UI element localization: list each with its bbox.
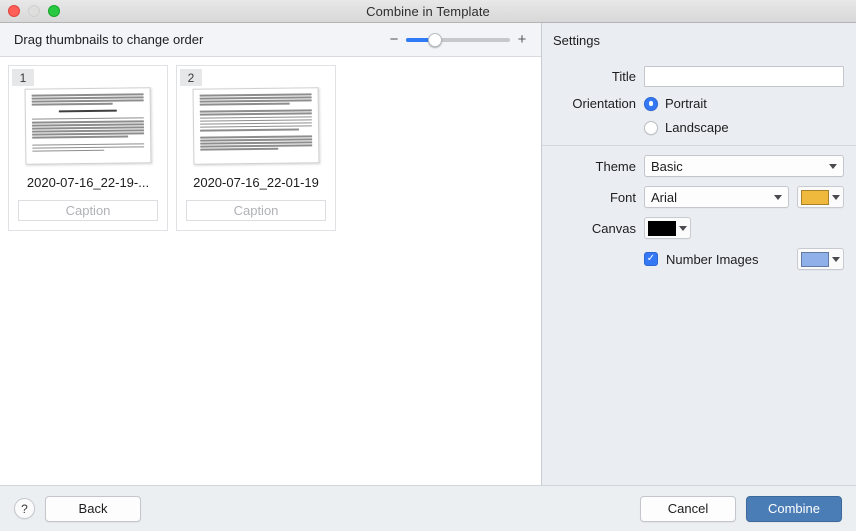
number-images-label: Number Images [666,251,759,267]
radio-portrait-label: Portrait [665,96,707,111]
back-button[interactable]: Back [45,495,141,522]
theme-label: Theme [595,158,636,174]
dialog-body: Drag thumbnails to change order − + 1 20… [0,23,856,485]
title-input[interactable] [644,66,844,87]
close-window-icon[interactable] [8,5,20,17]
radio-landscape-label: Landscape [665,120,729,135]
number-images-row: ✓ Number Images [542,248,844,270]
theme-row: Theme Basic [542,155,844,177]
canvas-label: Canvas [591,220,636,236]
thumbnail-filename: 2020-07-16_22-19-... [26,175,150,190]
cancel-button[interactable]: Cancel [640,495,736,522]
chevron-down-icon [832,256,840,262]
window-title: Combine in Template [366,3,490,19]
chevron-down-icon [774,194,782,200]
caption-input[interactable]: Caption [18,200,158,221]
radio-portrait[interactable]: Portrait [644,96,707,111]
thumbnail-index-badge: 1 [12,69,34,86]
chevron-down-icon [829,163,837,169]
orientation-row-portrait: Orientation Portrait [542,96,844,111]
settings-group-style: Theme Basic Font Arial Canvas ✓ Number I… [542,146,856,280]
chevron-down-icon [832,194,840,200]
maximize-window-icon[interactable] [48,5,60,17]
settings-pane: Settings Title Orientation Portrait Land… [542,23,856,485]
chevron-down-icon [679,225,687,231]
thumbnails-pane: Drag thumbnails to change order − + 1 20… [0,23,542,485]
zoom-slider[interactable] [406,32,510,47]
help-button[interactable]: ? [14,498,35,519]
font-color-swatch [801,189,829,205]
document-preview-image[interactable] [24,87,152,165]
font-color-picker[interactable] [797,186,844,208]
theme-select-value: Basic [651,158,683,174]
canvas-row: Canvas [542,217,844,239]
combine-button[interactable]: Combine [746,495,842,522]
orientation-label: Orientation [572,96,636,111]
thumbnails-toolbar: Drag thumbnails to change order − + [0,23,541,57]
font-row: Font Arial [542,186,844,208]
number-images-checkbox[interactable]: ✓ [644,252,658,266]
theme-select[interactable]: Basic [644,155,844,177]
font-select-value: Arial [651,189,678,205]
traffic-light-group [8,0,60,22]
thumbnail-card[interactable]: 1 2020-07-16_22-19-... Caption [8,65,168,231]
title-row: Title [542,66,844,87]
document-preview-image[interactable] [192,87,320,165]
zoom-in-icon[interactable]: + [517,32,527,47]
thumbnail-filename: 2020-07-16_22-01-19 [193,175,319,190]
orientation-row-landscape: Landscape [542,120,844,135]
settings-group-document: Title Orientation Portrait Landscape [542,57,856,145]
dialog-footer: ? Back Cancel Combine [0,485,856,531]
zoom-slider-thumb[interactable] [428,32,443,47]
caption-input[interactable]: Caption [186,200,326,221]
window-titlebar: Combine in Template [0,0,856,23]
thumbnail-card[interactable]: 2 2020-07-16_22-01-19 Caption [176,65,336,231]
canvas-color-swatch [648,220,676,236]
settings-header-label: Settings [553,33,600,48]
font-label: Font [609,189,636,205]
zoom-slider-control[interactable]: − + [389,32,527,47]
canvas-color-picker[interactable] [644,217,691,239]
number-images-color-picker[interactable] [797,248,844,270]
radio-landscape[interactable]: Landscape [644,120,729,135]
radio-portrait-icon[interactable] [644,96,658,111]
thumbnail-grid: 1 2020-07-16_22-19-... Caption 2 2020-07… [0,57,541,485]
drag-hint-label: Drag thumbnails to change order [14,32,204,47]
radio-landscape-icon[interactable] [644,120,658,135]
title-label: Title [611,69,636,84]
font-select[interactable]: Arial [644,186,789,208]
thumbnail-index-badge: 2 [180,69,202,86]
zoom-out-icon[interactable]: − [389,32,399,47]
minimize-window-icon [28,5,40,17]
combine-in-template-window: Combine in Template Drag thumbnails to c… [0,0,856,531]
number-images-color-swatch [801,251,829,267]
